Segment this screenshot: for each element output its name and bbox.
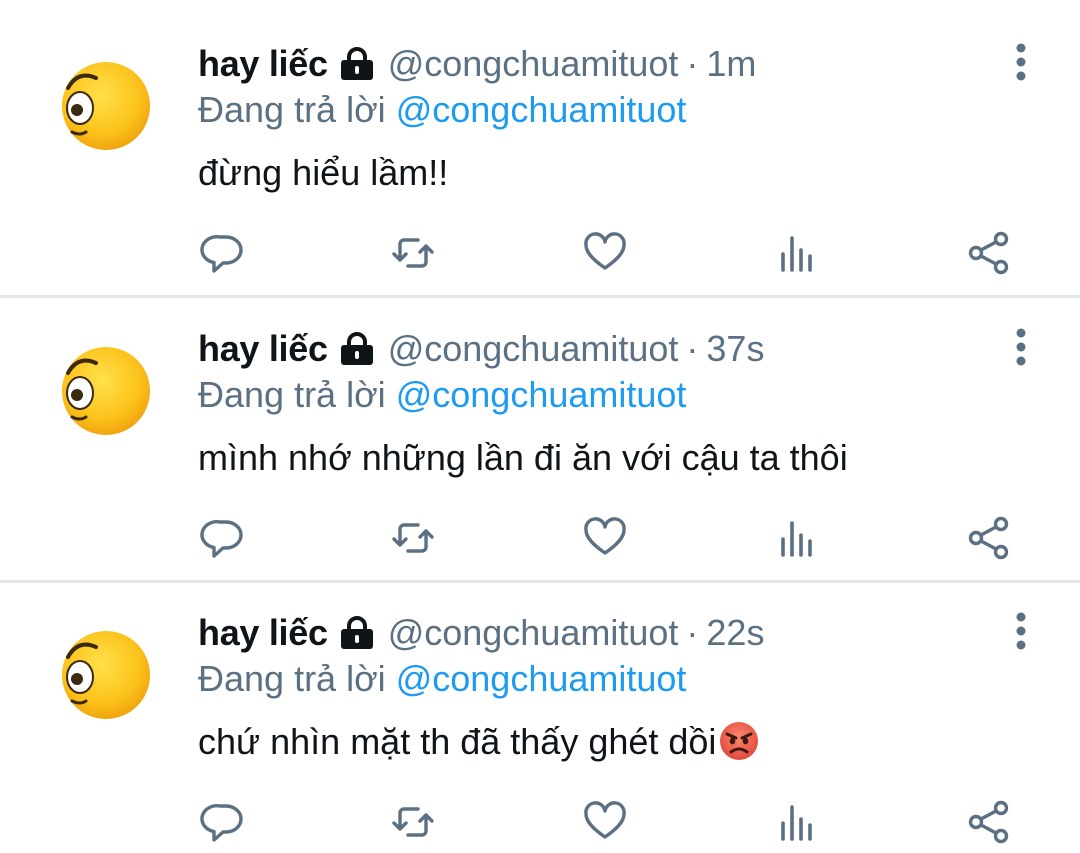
avatar[interactable] (56, 627, 152, 723)
display-name[interactable]: hay liếc (198, 327, 328, 371)
side-eye-emoji-face-icon (62, 62, 150, 150)
timestamp[interactable]: 37s (706, 327, 764, 371)
action-bar (0, 799, 1080, 849)
tweet-header: hay liếc @congchuamituot · 1m (198, 42, 756, 86)
retweet-icon[interactable] (390, 230, 436, 276)
timestamp[interactable]: 1m (706, 42, 756, 86)
share-icon[interactable] (966, 515, 1012, 561)
tweet-header: hay liếc @congchuamituot · 37s (198, 327, 764, 371)
angry-face-icon (718, 720, 760, 762)
handle[interactable]: @congchuamituot (388, 611, 679, 655)
reply-mention[interactable]: @congchuamituot (396, 89, 687, 130)
handle[interactable]: @congchuamituot (388, 327, 679, 371)
retweet-icon[interactable] (390, 515, 436, 561)
heart-icon[interactable] (582, 515, 628, 561)
tweet-text-content: mình nhớ những lần đi ăn với cậu ta thôi (198, 437, 848, 478)
share-icon[interactable] (966, 799, 1012, 845)
lock-icon (338, 332, 376, 366)
tweet-text: đừng hiểu lầm!! (198, 151, 448, 195)
reply-context: Đang trả lời @congchuamituot (198, 373, 686, 417)
more-vertical-icon[interactable] (1006, 327, 1036, 367)
analytics-icon[interactable] (774, 515, 820, 561)
tweet-text-content: chứ nhìn mặt th đã thấy ghét dồi (198, 721, 717, 762)
reply-context: Đang trả lời @congchuamituot (198, 88, 686, 132)
display-name[interactable]: hay liếc (198, 611, 328, 655)
handle[interactable]: @congchuamituot (388, 42, 679, 86)
tweet-header: hay liếc @congchuamituot · 22s (198, 611, 764, 655)
action-bar (0, 515, 1080, 565)
reply-prefix: Đang trả lời (198, 89, 386, 130)
side-eye-emoji-face-icon (62, 347, 150, 435)
tweet[interactable]: hay liếc @congchuamituot · 22s Đang trả … (0, 569, 1080, 853)
more-vertical-icon[interactable] (1006, 42, 1036, 82)
tweet-text-content: đừng hiểu lầm!! (198, 152, 449, 193)
reply-prefix: Đang trả lời (198, 658, 386, 699)
avatar[interactable] (56, 343, 152, 439)
share-icon[interactable] (966, 230, 1012, 276)
reply-icon[interactable] (200, 515, 246, 561)
reply-mention[interactable]: @congchuamituot (396, 374, 687, 415)
tweet-text: chứ nhìn mặt th đã thấy ghét dồi (198, 720, 760, 764)
reply-icon[interactable] (200, 230, 246, 276)
reply-context: Đang trả lời @congchuamituot (198, 657, 686, 701)
analytics-icon[interactable] (774, 799, 820, 845)
lock-icon (338, 47, 376, 81)
more-vertical-icon[interactable] (1006, 611, 1036, 651)
separator: · (686, 612, 699, 653)
separator: · (686, 43, 699, 84)
heart-icon[interactable] (582, 230, 628, 276)
reply-icon[interactable] (200, 799, 246, 845)
timestamp[interactable]: 22s (706, 611, 764, 655)
heart-icon[interactable] (582, 799, 628, 845)
reply-prefix: Đang trả lời (198, 374, 386, 415)
lock-icon (338, 616, 376, 650)
display-name[interactable]: hay liếc (198, 42, 328, 86)
retweet-icon[interactable] (390, 799, 436, 845)
tweet-text: mình nhớ những lần đi ăn với cậu ta thôi (198, 436, 848, 480)
analytics-icon[interactable] (774, 230, 820, 276)
avatar[interactable] (56, 58, 152, 154)
reply-mention[interactable]: @congchuamituot (396, 658, 687, 699)
separator: · (686, 328, 699, 369)
tweet[interactable]: hay liếc @congchuamituot · 37s Đang trả … (0, 285, 1080, 569)
side-eye-emoji-face-icon (62, 631, 150, 719)
action-bar (0, 230, 1080, 280)
tweet[interactable]: hay liếc @congchuamituot · 1m Đang trả l… (0, 0, 1080, 284)
